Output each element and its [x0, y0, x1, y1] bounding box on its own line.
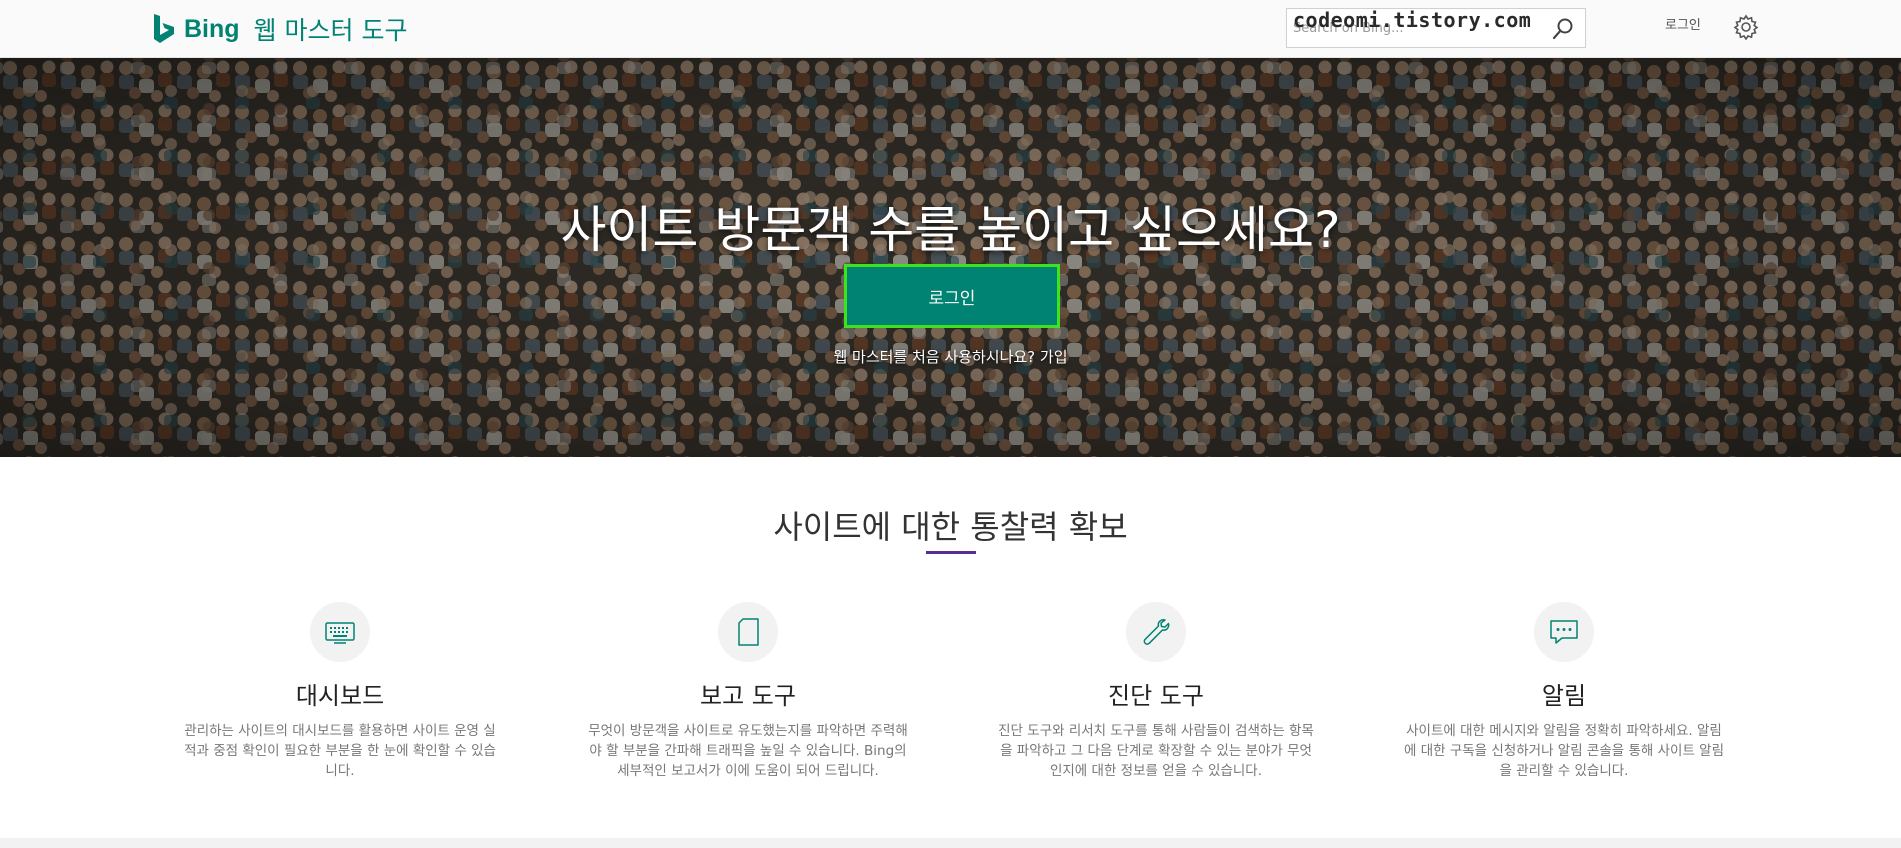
search-box — [1286, 8, 1586, 48]
feature-title: 보고 도구 — [700, 682, 796, 710]
footer-strip — [0, 838, 1901, 848]
feature-icon-circle — [718, 602, 778, 662]
search-input[interactable] — [1293, 9, 1533, 47]
feature-title: 진단 도구 — [1108, 682, 1204, 710]
signup-link[interactable]: 가입 — [1040, 348, 1068, 366]
product-title: 웹 마스터 도구 — [253, 16, 408, 45]
chat-icon — [1550, 620, 1578, 644]
feature-description: 관리하는 사이트의 대시보드를 활용하면 사이트 운영 실적과 중점 확인이 필… — [184, 723, 496, 779]
keyboard-icon — [325, 622, 355, 644]
wrench-icon — [1143, 619, 1170, 645]
signup-prompt: 웹 마스터를 처음 사용하시나요? 가입 — [0, 346, 1901, 367]
header-login-link[interactable]: 로그인 — [1665, 14, 1701, 33]
bing-logo-icon — [154, 14, 174, 43]
report-icon — [738, 618, 759, 646]
feature-description: 사이트에 대한 메시지와 알림을 정확히 파악하세요. 알림에 대한 구독을 신… — [1404, 723, 1724, 779]
brand-name: Bing — [184, 14, 240, 43]
title-underline — [926, 551, 976, 554]
feature-icon-circle — [1534, 602, 1594, 662]
feature-alerts: 알림 사이트에 대한 메시지와 알림을 정확히 파악하세요. 알림에 대한 구독… — [1399, 602, 1729, 781]
hero-login-button[interactable]: 로그인 — [844, 264, 1060, 328]
top-navigation-bar: Bing 웹 마스터 도구 codeomi.tistory.com 로그인 — [0, 0, 1901, 58]
feature-title: 대시보드 — [295, 682, 385, 710]
hero-headline: 사이트 방문객 수를 높이고 싶으세요? — [560, 201, 1341, 259]
hero-banner: 사이트 방문객 수를 높이고 싶으세요? 로그인 웹 마스터를 처음 사용하시나… — [0, 58, 1901, 457]
bing-webmaster-home-link[interactable]: Bing 웹 마스터 도구 — [152, 12, 407, 46]
signup-prompt-text: 웹 마스터를 처음 사용하시나요? — [833, 348, 1036, 366]
insights-section-title: 사이트에 대한 통찰력 확보 — [773, 508, 1128, 546]
feature-description: 진단 도구와 리서치 도구를 통해 사람들이 검색하는 항목을 파악하고 그 다… — [998, 723, 1314, 779]
feature-reports: 보고 도구 무엇이 방문객을 사이트로 유도했는지를 파악하면 주력해야 할 부… — [583, 602, 913, 781]
gear-icon[interactable] — [1733, 14, 1759, 40]
feature-description: 무엇이 방문객을 사이트로 유도했는지를 파악하면 주력해야 할 부분을 간파해… — [588, 723, 908, 779]
feature-dashboard: 대시보드 관리하는 사이트의 대시보드를 활용하면 사이트 운영 실적과 중점 … — [175, 602, 505, 781]
feature-icon-circle — [1126, 602, 1186, 662]
feature-icon-circle — [310, 602, 370, 662]
feature-diagnostics: 진단 도구 진단 도구와 리서치 도구를 통해 사람들이 검색하는 항목을 파악… — [991, 602, 1321, 781]
search-icon[interactable] — [1551, 17, 1575, 41]
feature-title: 알림 — [1541, 682, 1587, 710]
